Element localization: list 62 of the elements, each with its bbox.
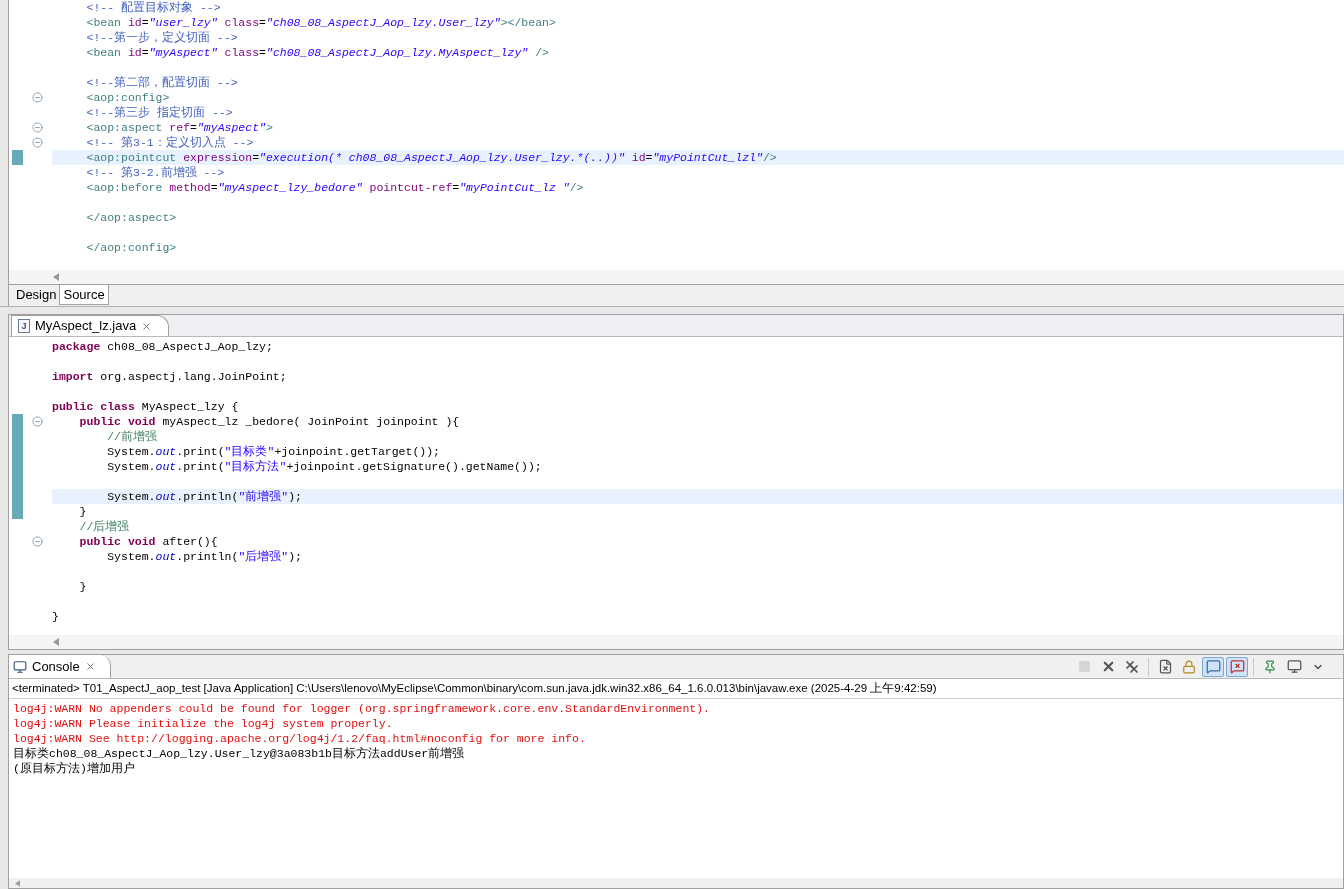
code-line: public void after(){ — [78, 534, 218, 549]
process-label: <terminated> T01_AspectJ_aop_test [Java Application] C:\Users\lenovo\MyEclipse\Common\binary\com.sun.java.jdk.win32.x86_64_1.6.0.013\bin\javaw.exe (2025-4-29 上午9:42:59) — [12, 680, 937, 696]
editor-page-tab[interactable]: Design — [13, 285, 60, 305]
monitor-icon — [1286, 659, 1302, 674]
code-line: System.out.println("后增强"); — [106, 549, 302, 564]
message-x-button[interactable] — [1226, 656, 1248, 677]
java-file-icon: J — [18, 319, 30, 333]
scroll-left-arrow-icon[interactable] — [53, 638, 59, 646]
double-x-icon — [1124, 658, 1140, 675]
console-tab[interactable]: Console — [9, 655, 111, 678]
code-line: <!-- 第3-2.前增强 --> — [85, 165, 225, 180]
collapse-icon[interactable] — [32, 137, 43, 148]
collapse-icon[interactable] — [32, 536, 43, 547]
code-line: <!--第二部，配置切面 --> — [85, 75, 238, 90]
code-line: System.out.print("目标方法"+joinpoint.getSignature().getName()); — [106, 459, 542, 474]
message-icon — [1205, 659, 1221, 674]
code-line: System.out.println("前增强"); — [106, 489, 302, 504]
tab-label: MyAspect_lz.java — [35, 317, 137, 336]
code-line: </aop:aspect> — [85, 210, 177, 225]
code-line: </aop:config> — [85, 240, 177, 255]
code-line: import org.aspectj.lang.JoinPoint; — [52, 369, 287, 384]
message-button[interactable] — [1202, 656, 1224, 677]
console-line: 目标类ch08_08_AspectJ_Aop_lzy.User_lzy@3a083b1b目标方法addUser前增强 — [13, 746, 465, 761]
scroll-left-arrow-icon[interactable] — [53, 273, 59, 281]
code-line: <!--第一步，定义切面 --> — [85, 30, 238, 45]
file-x-icon — [1157, 659, 1173, 674]
console-line: log4j:WARN Please initialize the log4j system properly. — [13, 716, 393, 731]
console-line: log4j:WARN See http://logging.apache.org/log4j/1.2/faq.html#noconfig for more info. — [13, 731, 586, 746]
code-line: <aop:before method="myAspect_lzy_bedore" pointcut-ref="myPointCut_lz "/> — [85, 180, 584, 195]
code-line: <!-- 配置目标对象 --> — [85, 0, 221, 15]
code-line: <bean id="user_lzy" class="ch08_08_AspectJ_Aop_lzy.User_lzy"></bean> — [85, 15, 556, 30]
editor-tab[interactable]: J MyAspect_lz.java — [11, 315, 170, 336]
collapse-icon[interactable] — [32, 92, 43, 103]
code-line: } — [78, 579, 87, 594]
collapse-icon[interactable] — [32, 416, 43, 427]
code-line: //前增强 — [106, 429, 157, 444]
stop-icon — [1077, 660, 1091, 673]
code-line: //后增强 — [78, 519, 130, 534]
code-line: <aop:config> — [85, 90, 170, 105]
console-line: (原目标方法)增加用户 — [13, 761, 135, 776]
code-line: <!--第三步 指定切面 --> — [85, 105, 233, 120]
close-icon[interactable] — [141, 320, 153, 332]
scroll-left-arrow-icon[interactable] — [15, 879, 20, 887]
code-line: public void myAspect_lz _bedore( JoinPoint joinpoint ){ — [78, 414, 460, 429]
monitor-icon — [13, 659, 27, 674]
code-line: public class MyAspect_lzy { — [52, 399, 239, 414]
code-line: <!-- 第3-1：定义切入点 --> — [85, 135, 254, 150]
pin-icon — [1263, 659, 1277, 674]
code-line: <aop:aspect ref="myAspect"> — [85, 120, 273, 135]
editor-page-tab[interactable]: Source — [59, 285, 109, 305]
code-line: } — [78, 504, 87, 519]
close-icon[interactable] — [84, 661, 96, 672]
code-line: package ch08_08_AspectJ_Aop_lzy; — [52, 339, 273, 354]
tab-label: Console — [32, 657, 80, 676]
code-line: } — [52, 609, 59, 624]
code-line: <bean id="myAspect" class="ch08_08_AspectJ_Aop_lzy.MyAspect_lzy" /> — [85, 45, 549, 60]
console-line: log4j:WARN No appenders could be found for logger (org.springframework.core.env.StandardEnvironment). — [13, 701, 710, 716]
lock-icon — [1182, 659, 1196, 674]
message-x-icon — [1229, 659, 1245, 674]
code-line: <aop:pointcut expression="execution(* ch08_08_AspectJ_Aop_lzy.User_lzy.*(..))" id="myPointCut_lzl"/> — [85, 150, 777, 165]
code-line: System.out.print("目标类"+joinpoint.getTarget()); — [106, 444, 440, 459]
collapse-icon[interactable] — [32, 122, 43, 133]
